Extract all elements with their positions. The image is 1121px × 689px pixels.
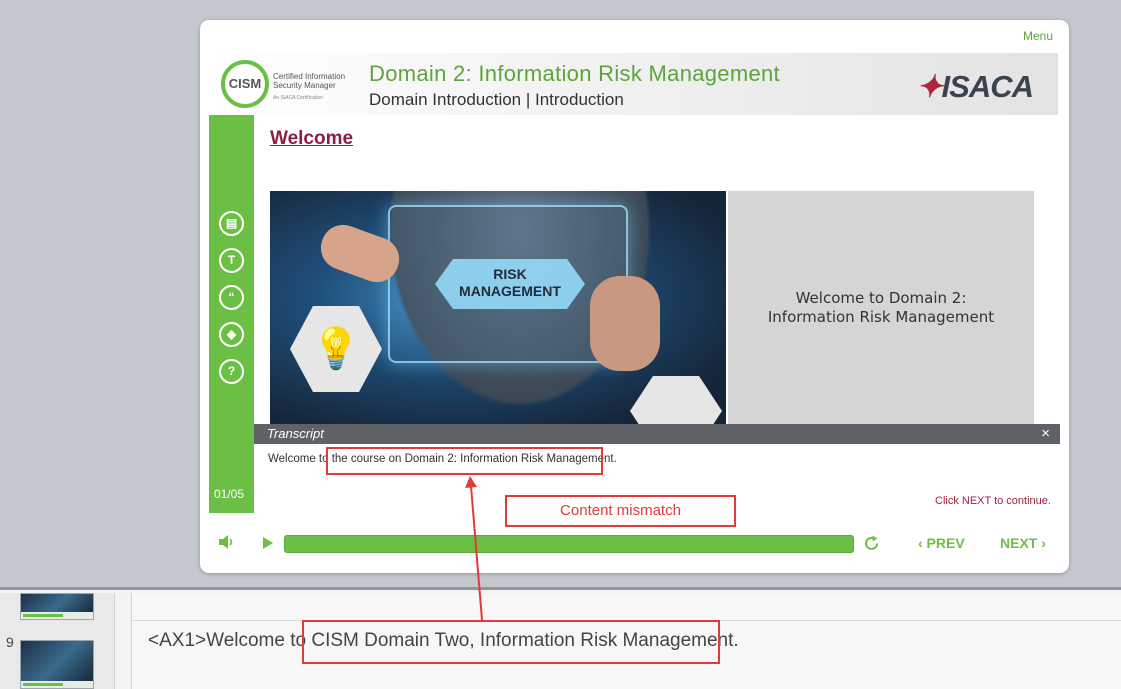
isaca-logo: ✦ISACA bbox=[916, 69, 1034, 105]
holding-hand-shape bbox=[590, 276, 660, 371]
glossary-icon[interactable]: T bbox=[219, 248, 244, 273]
click-next-hint: Click NEXT to continue. bbox=[935, 495, 1051, 507]
slide-heading: Welcome bbox=[270, 128, 354, 149]
thumbnail-gutter bbox=[115, 593, 132, 689]
course-player: Menu CISM Certified Information Security… bbox=[200, 20, 1069, 573]
welcome-info-text: Welcome to Domain 2: Information Risk Ma… bbox=[768, 289, 994, 327]
course-banner: CISM Certified Information Security Mana… bbox=[209, 53, 1058, 115]
cism-subtag: An ISACA Certification bbox=[273, 95, 324, 101]
prev-button[interactable]: ‹ PREV bbox=[918, 535, 965, 551]
slide-thumbnail-8[interactable] bbox=[20, 593, 94, 620]
slide-thumbnail-column bbox=[0, 593, 115, 689]
help-icon[interactable]: ? bbox=[219, 359, 244, 384]
notes-icon[interactable]: ▤ bbox=[219, 211, 244, 236]
transcript-header: Transcript × bbox=[254, 424, 1060, 444]
slide-number: 9 bbox=[6, 634, 14, 650]
transcript-highlight-box bbox=[326, 447, 603, 475]
content-mismatch-label: Content mismatch bbox=[505, 495, 736, 527]
transcript-title: Transcript bbox=[267, 426, 324, 441]
cism-tagline-line-2: Security Manager bbox=[273, 81, 336, 90]
next-button[interactable]: NEXT › bbox=[1000, 535, 1046, 551]
hero-hex-label: RISK MANAGEMENT bbox=[435, 259, 585, 309]
progress-bar[interactable] bbox=[284, 535, 854, 553]
cism-tagline: Certified Information Security Manager bbox=[273, 72, 345, 90]
volume-icon[interactable] bbox=[218, 533, 234, 551]
welcome-info-line-1: Welcome to Domain 2: bbox=[795, 288, 967, 307]
isaca-logo-text: ISACA bbox=[941, 69, 1034, 104]
cism-tagline-line-1: Certified Information bbox=[273, 72, 346, 81]
play-icon[interactable] bbox=[261, 535, 275, 551]
slide-thumbnail-9[interactable] bbox=[20, 640, 94, 689]
layers-icon[interactable]: ◈ bbox=[219, 322, 244, 347]
hero-label-line-1: RISK bbox=[493, 266, 527, 282]
replay-icon[interactable] bbox=[862, 534, 881, 553]
menu-link[interactable]: Menu bbox=[1023, 29, 1053, 43]
isaca-star-icon: ✦ bbox=[916, 69, 943, 104]
close-icon[interactable]: × bbox=[1041, 424, 1050, 444]
risk-management-image: RISK MANAGEMENT 💡 bbox=[270, 191, 726, 424]
lightbulb-icon: 💡 bbox=[290, 306, 382, 392]
audio-script-highlight-box bbox=[302, 620, 720, 664]
welcome-info-line-2: Information Risk Management bbox=[767, 307, 995, 326]
cism-logo: CISM bbox=[221, 60, 269, 108]
welcome-info-panel: Welcome to Domain 2: Information Risk Ma… bbox=[728, 191, 1034, 424]
hero-label-line-2: MANAGEMENT bbox=[459, 283, 561, 299]
page-counter: 01/05 bbox=[214, 487, 245, 501]
course-title: Domain 2: Information Risk Management bbox=[369, 61, 780, 86]
player-sidebar: ▤ T “ ◈ ? 01/05 bbox=[209, 115, 254, 513]
course-subtitle: Domain Introduction | Introduction bbox=[369, 90, 624, 109]
quote-icon[interactable]: “ bbox=[219, 285, 244, 310]
